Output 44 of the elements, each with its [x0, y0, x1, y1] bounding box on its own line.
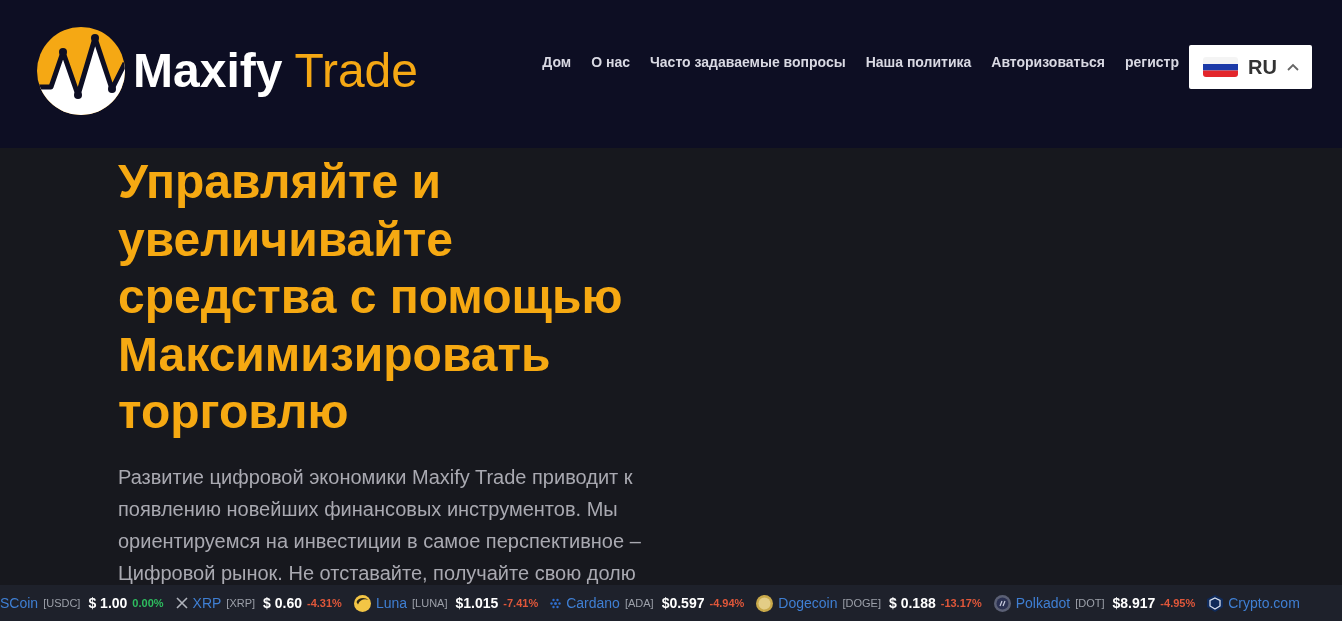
coin-price: $8.917 [1112, 595, 1156, 611]
price-change: -4.31% [307, 597, 342, 609]
brand-suffix: Trade [294, 43, 418, 99]
nav-link[interactable]: Наша политика [865, 53, 972, 71]
coin-name[interactable]: SCoin [0, 595, 39, 611]
price-change: -13.17% [940, 597, 982, 609]
language-button[interactable]: RU [1189, 45, 1312, 89]
hexagon-icon [1207, 594, 1224, 612]
coin-icon [756, 594, 774, 612]
coin-name[interactable]: Luna [375, 595, 408, 611]
coin-name[interactable]: Polkadot [1015, 595, 1071, 611]
price-change: -7.41% [503, 597, 539, 609]
coin-price: $ 0.60 [263, 595, 303, 611]
nav-link[interactable]: О нас [591, 53, 630, 71]
coin-symbol: [USDC] [43, 597, 81, 609]
moon-icon [353, 594, 371, 612]
price-change: -4.95% [1160, 597, 1196, 609]
price-change: 0.00% [132, 597, 164, 609]
coin-price: $0.597 [661, 595, 705, 611]
brand-name: Maxify [133, 43, 283, 99]
nav-link[interactable]: Часто задаваемые вопросы [650, 53, 846, 71]
coin-symbol: [LUNA] [412, 597, 448, 609]
coin-icon [993, 594, 1011, 612]
nav-link[interactable]: Дом [542, 53, 572, 71]
coin-name[interactable]: XRP [192, 595, 222, 611]
x-icon [175, 597, 188, 609]
dotted-circle-icon [550, 597, 562, 609]
price-change: -4.94% [709, 597, 745, 609]
coin-name[interactable]: Cardano [566, 595, 620, 611]
hero-heading: Управляйте и увеличивайте средства с помощью Максимизировать торговлю [118, 154, 624, 441]
coin-price: $ 0.188 [889, 595, 936, 611]
nav-link[interactable]: регистр [1125, 53, 1179, 71]
coin-symbol: [DOT] [1075, 597, 1105, 609]
chevron-up-icon [1286, 63, 1299, 71]
coin-symbol: [ADA] [624, 597, 654, 609]
coin-price: $1.015 [455, 595, 499, 611]
hero-text: Развитие цифровой экономики Maxify Trade приводит к появлению новейших финансовых инструментов. Мы ориентируемся на инвестиции в самое перспективное – Цифровой рынок. Не отставайте, получайте свою долю [118, 464, 642, 586]
nav-link[interactable]: Авторизоваться [991, 53, 1105, 71]
coin-name[interactable]: Crypto.com [1228, 595, 1300, 611]
coin-symbol: [XRP] [226, 597, 256, 609]
coin-symbol: [DOGE] [842, 597, 881, 609]
coin-price: $ 1.00 [88, 595, 128, 611]
flag-icon [1203, 57, 1238, 77]
coin-name[interactable]: Dogecoin [778, 595, 838, 611]
